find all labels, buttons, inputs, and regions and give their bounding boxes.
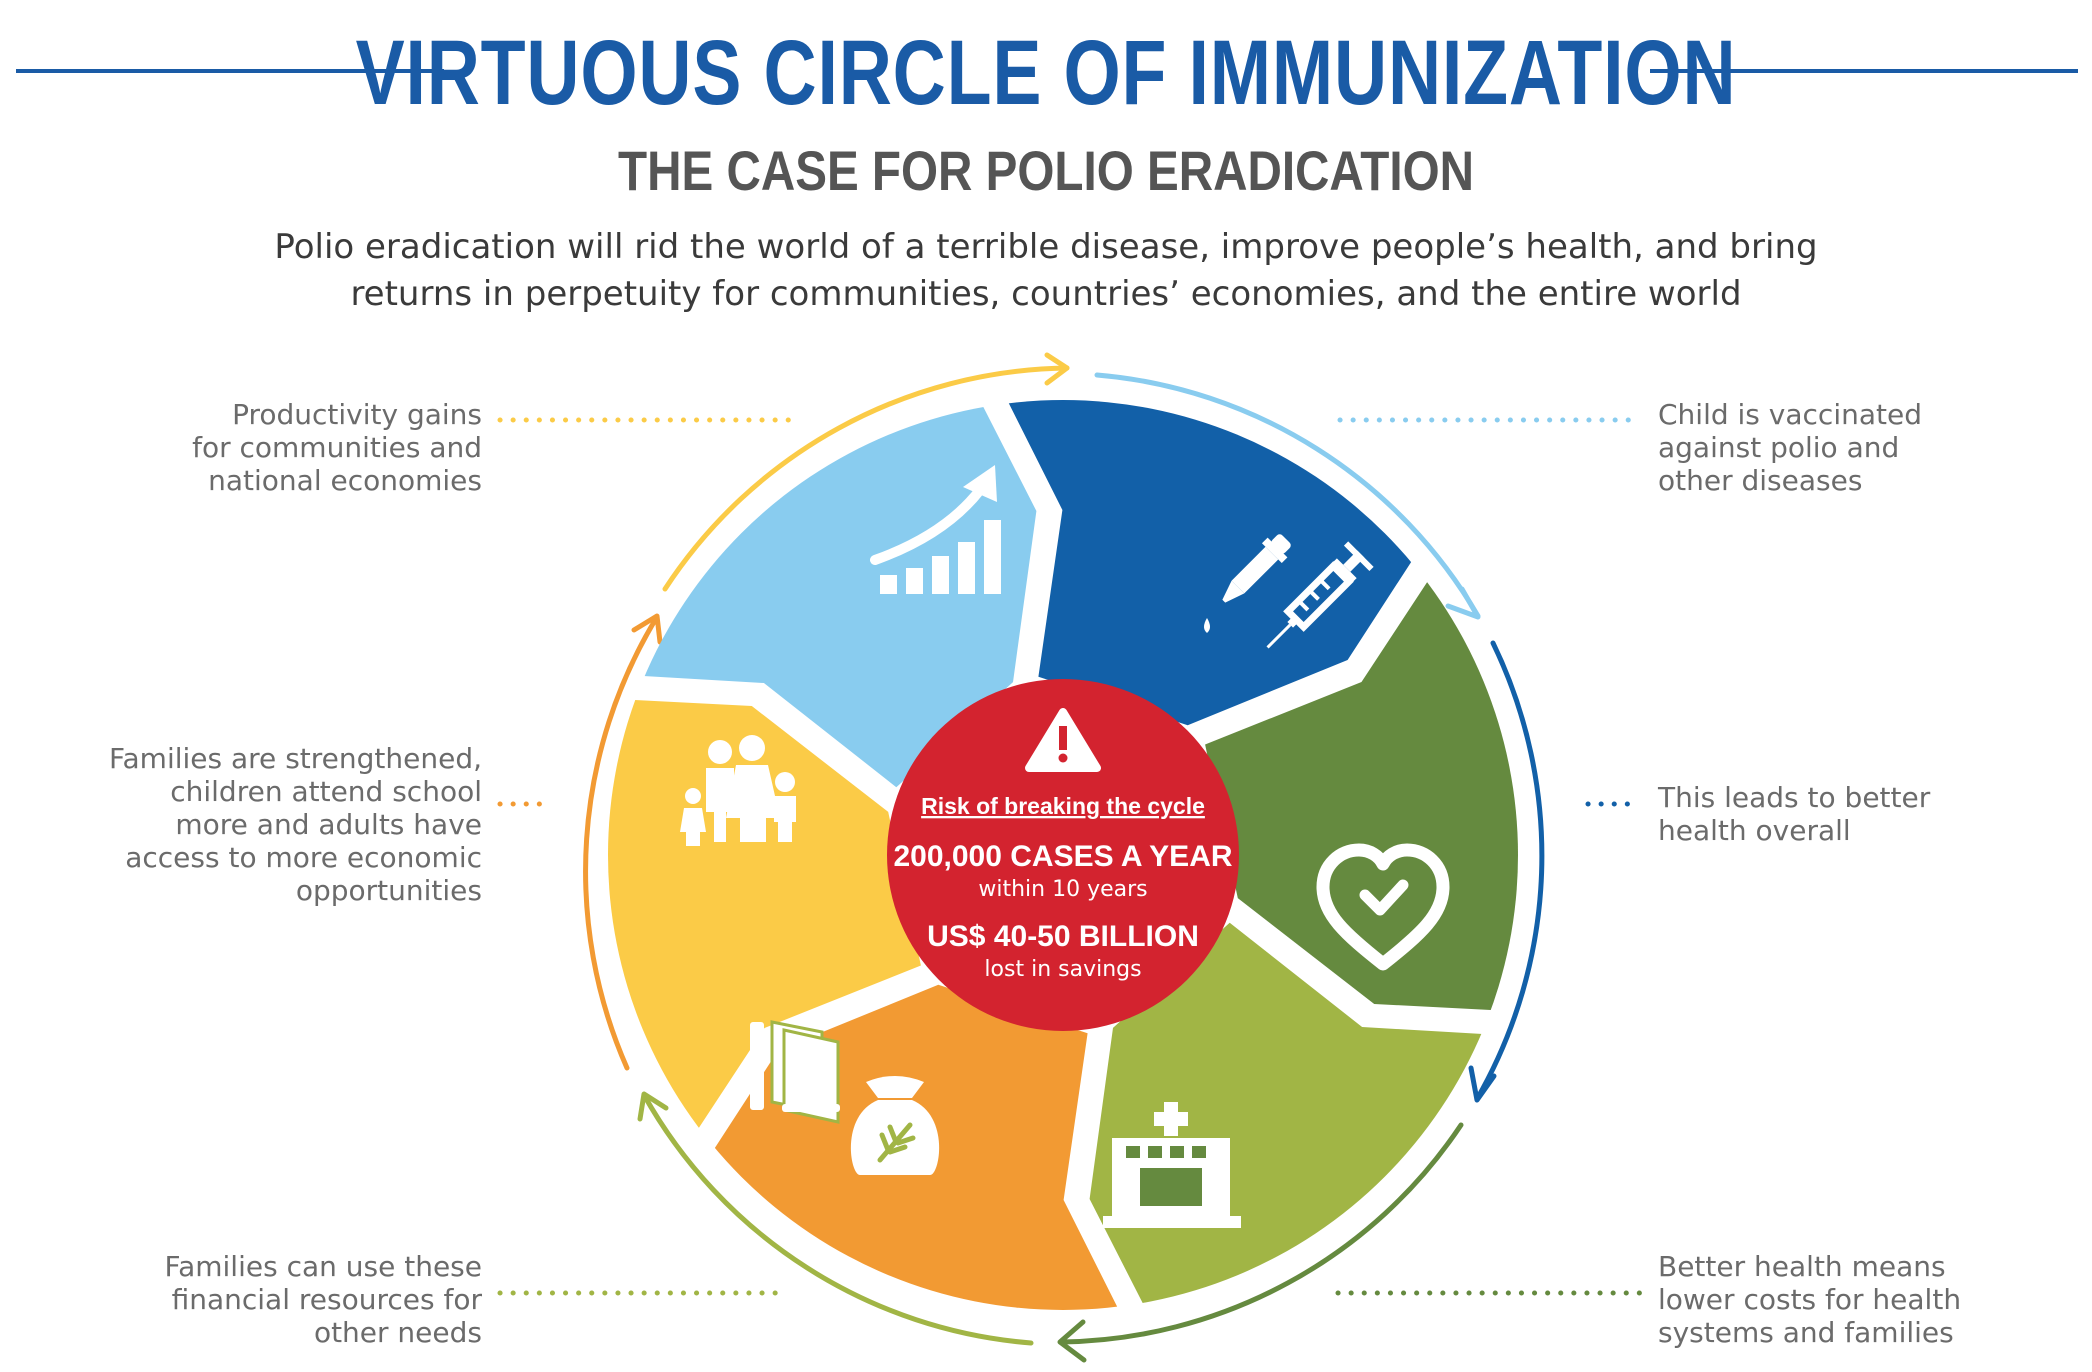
caption-line: Families can use these <box>164 1250 482 1283</box>
caption-health: This leads to better health overall <box>1658 781 1930 847</box>
caption-vaccinated: Child is vaccinated against polio and ot… <box>1658 398 1922 497</box>
caption-line: Productivity gains <box>232 398 482 431</box>
caption-line: opportunities <box>295 874 482 907</box>
caption-line: against polio and <box>1658 431 1900 464</box>
caption-line: children attend school <box>170 775 482 808</box>
caption-costs: Better health means lower costs for heal… <box>1658 1250 1961 1349</box>
caption-line: This leads to better <box>1658 781 1931 814</box>
cases-note: within 10 years <box>978 877 1147 902</box>
caption-line: other needs <box>313 1316 482 1349</box>
caption-resources: Families can use these financial resourc… <box>40 1250 482 1349</box>
savings-note: lost in savings <box>984 957 1141 982</box>
caption-line: Families are strengthened, <box>108 742 482 775</box>
caption-line: lower costs for health <box>1658 1283 1962 1316</box>
risk-heading: Risk of breaking the cycle <box>921 793 1205 819</box>
caption-line: national economies <box>208 464 482 497</box>
caption-line: health overall <box>1658 814 1851 847</box>
immunization-cycle-diagram: Risk of breaking the cycle 200,000 CASES… <box>497 352 1643 1363</box>
cases-stat: 200,000 CASES A YEAR <box>893 840 1232 873</box>
caption-families: Families are strengthened, children atte… <box>40 742 482 907</box>
caption-line: systems and families <box>1658 1316 1954 1349</box>
caption-line: Better health means <box>1658 1250 1946 1283</box>
caption-productivity: Productivity gains for communities and n… <box>40 398 482 497</box>
center-risk-panel: Risk of breaking the cycle 200,000 CASES… <box>887 679 1239 1031</box>
caption-line: other diseases <box>1658 464 1863 497</box>
caption-line: access to more economic <box>125 841 482 874</box>
savings-stat: US$ 40-50 BILLION <box>927 920 1199 953</box>
caption-line: financial resources for <box>171 1283 482 1316</box>
caption-line: Child is vaccinated <box>1658 398 1922 431</box>
caption-line: more and adults have <box>175 808 482 841</box>
caption-line: for communities and <box>192 431 482 464</box>
